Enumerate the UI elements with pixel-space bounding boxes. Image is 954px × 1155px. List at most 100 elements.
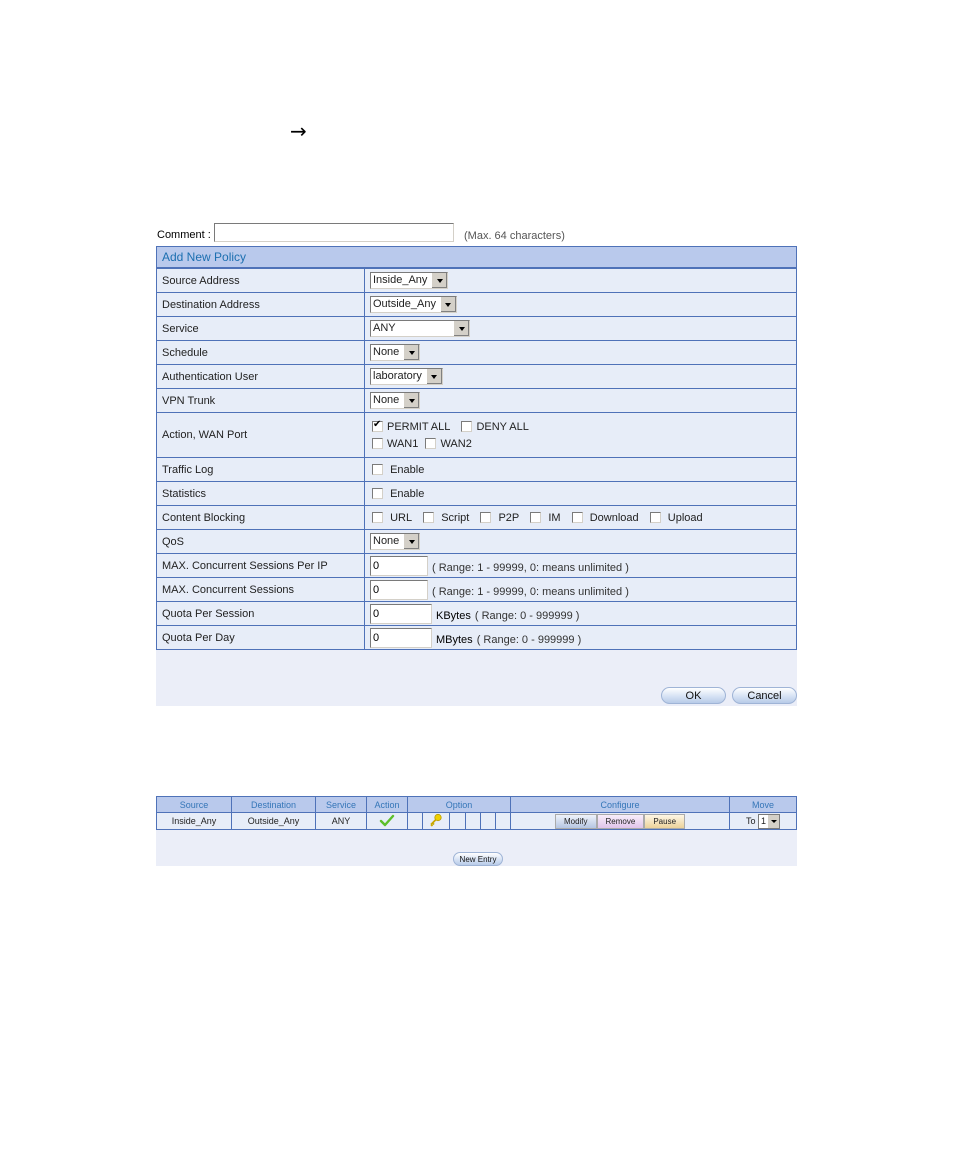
header-move: Move	[729, 796, 797, 813]
destination-address-label: Destination Address	[156, 292, 365, 317]
option-cell	[422, 812, 451, 830]
cell-destination: Outside_Any	[231, 812, 316, 830]
chevron-down-icon[interactable]	[425, 369, 442, 384]
comment-label: Comment :	[157, 229, 211, 241]
new-entry-button[interactable]: New Entry	[453, 852, 503, 866]
statistics-enable-label: Enable	[390, 487, 425, 500]
download-checkbox[interactable]	[571, 511, 583, 523]
row-source-address: Source Address Inside_Any	[156, 267, 797, 293]
table-row: Inside_Any Outside_Any ANY Modify Remove P…	[156, 812, 797, 830]
vpn-trunk-label: VPN Trunk	[156, 388, 365, 413]
url-label: URL	[390, 511, 413, 524]
modify-button[interactable]: Modify	[554, 813, 597, 829]
script-checkbox[interactable]	[423, 511, 435, 523]
chevron-down-icon[interactable]	[403, 345, 420, 360]
script-label: Script	[441, 511, 470, 524]
max-sessions-hint: ( Range: 1 - 99999, 0: means unlimited )	[432, 586, 629, 599]
upload-label: Upload	[667, 511, 703, 524]
row-statistics: Statistics Enable	[156, 481, 797, 506]
statistics-label: Statistics	[156, 481, 365, 506]
policy-list-header: Source Destination Service Action Option…	[156, 796, 797, 813]
row-quota-per-session: Quota Per Session KBytes( Range: 0 - 999…	[156, 601, 797, 626]
quota-per-day-hint: ( Range: 0 - 999999 )	[476, 634, 582, 647]
url-checkbox[interactable]	[372, 511, 383, 523]
row-traffic-log: Traffic Log Enable	[156, 457, 797, 482]
add-policy-panel: Comment : (Max. 64 characters) Add New P…	[156, 222, 797, 706]
authentication-user-select[interactable]: laboratory	[370, 368, 443, 385]
im-label: IM	[548, 511, 561, 524]
header-source: Source	[156, 796, 232, 813]
service-select[interactable]: ANY	[370, 320, 470, 337]
option-cell	[494, 812, 512, 830]
chevron-down-icon[interactable]	[453, 321, 469, 336]
traffic-log-enable-label: Enable	[390, 463, 425, 476]
row-schedule: Schedule None	[156, 340, 797, 365]
row-destination-address: Destination Address Outside_Any	[156, 292, 797, 317]
pause-button[interactable]: Pause	[644, 813, 686, 829]
max-sessions-per-ip-label: MAX. Concurrent Sessions Per IP	[156, 553, 365, 578]
chevron-down-icon[interactable]	[768, 814, 780, 828]
option-cell	[406, 812, 424, 830]
row-vpn-trunk: VPN Trunk None	[156, 388, 797, 413]
source-address-select[interactable]: Inside_Any	[370, 272, 449, 289]
header-service: Service	[315, 796, 367, 813]
cancel-button[interactable]: Cancel	[732, 687, 797, 704]
statistics-checkbox[interactable]	[372, 487, 383, 499]
cell-source: Inside_Any	[156, 812, 232, 830]
wan2-checkbox[interactable]	[425, 437, 437, 449]
remove-button[interactable]: Remove	[596, 813, 645, 829]
wan1-label: WAN1	[387, 437, 419, 450]
quota-per-day-input[interactable]	[370, 627, 432, 648]
move-to-select[interactable]: 1	[758, 813, 781, 829]
form-title: Add New Policy	[156, 246, 797, 269]
vpn-trunk-select[interactable]: None	[370, 392, 421, 409]
max-sessions-input[interactable]	[370, 579, 428, 600]
wan1-checkbox[interactable]	[372, 437, 383, 449]
destination-address-select[interactable]: Outside_Any	[370, 296, 457, 313]
qos-select[interactable]: None	[370, 533, 421, 550]
upload-checkbox[interactable]	[649, 511, 661, 523]
policy-list-panel: Source Destination Service Action Option…	[156, 796, 797, 866]
quota-per-session-unit: KBytes	[436, 610, 471, 623]
row-action-wan-port: Action, WAN Port PERMIT ALL DENY ALL WAN…	[156, 412, 797, 458]
download-label: Download	[589, 511, 639, 524]
chevron-down-icon[interactable]	[439, 297, 456, 312]
row-max-sessions: MAX. Concurrent Sessions ( Range: 1 - 99…	[156, 577, 797, 602]
row-authentication-user: Authentication User laboratory	[156, 364, 797, 389]
cell-configure: Modify Remove Pause	[510, 812, 730, 830]
comment-hint: (Max. 64 characters)	[464, 230, 565, 242]
max-sessions-per-ip-input[interactable]	[370, 555, 428, 576]
traffic-log-checkbox[interactable]	[372, 463, 383, 475]
key-icon	[430, 813, 442, 827]
content-blocking-label: Content Blocking	[156, 505, 365, 530]
max-sessions-per-ip-hint: ( Range: 1 - 99999, 0: means unlimited )	[432, 562, 629, 575]
header-configure: Configure	[510, 796, 730, 813]
cell-action	[366, 812, 408, 830]
add-policy-form: Add New Policy Source Address Inside_Any…	[156, 246, 797, 650]
policy-list-table: Source Destination Service Action Option…	[156, 796, 797, 830]
qos-label: QoS	[156, 529, 365, 554]
cell-service: ANY	[315, 812, 367, 830]
wan2-label: WAN2	[440, 437, 472, 450]
deny-all-checkbox[interactable]	[461, 420, 473, 432]
permit-all-checkbox[interactable]	[372, 419, 383, 432]
row-quota-per-day: Quota Per Day MBytes( Range: 0 - 999999 …	[156, 625, 797, 650]
quota-per-session-label: Quota Per Session	[156, 601, 365, 626]
option-cell	[449, 812, 466, 830]
schedule-label: Schedule	[156, 340, 365, 365]
quota-per-session-input[interactable]	[370, 603, 432, 624]
chevron-down-icon[interactable]	[431, 273, 448, 288]
row-max-sessions-per-ip: MAX. Concurrent Sessions Per IP ( Range:…	[156, 553, 797, 578]
header-destination: Destination	[231, 796, 316, 813]
comment-input[interactable]	[214, 223, 454, 242]
traffic-log-label: Traffic Log	[156, 457, 365, 482]
option-cell	[479, 812, 496, 830]
permit-all-label: PERMIT ALL	[387, 420, 451, 433]
p2p-label: P2P	[498, 511, 520, 524]
p2p-checkbox[interactable]	[480, 511, 492, 523]
chevron-down-icon[interactable]	[403, 534, 420, 549]
schedule-select[interactable]: None	[370, 344, 421, 361]
ok-button[interactable]: OK	[661, 687, 726, 704]
chevron-down-icon[interactable]	[403, 393, 420, 408]
im-checkbox[interactable]	[530, 511, 542, 523]
